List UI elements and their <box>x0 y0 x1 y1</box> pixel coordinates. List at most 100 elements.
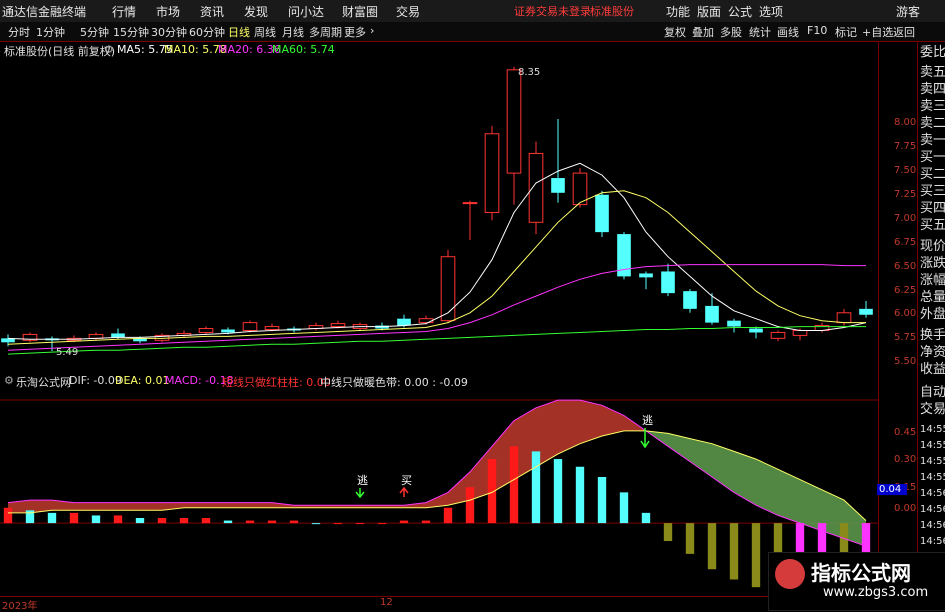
price-axis: 8.00 7.75 7.50 7.25 7.00 6.75 6.50 6.25 … <box>877 42 918 609</box>
price-tick: 6.50 <box>894 261 917 272</box>
macd-bar <box>355 523 365 525</box>
candle-body <box>770 331 786 339</box>
macd-bar <box>201 518 211 524</box>
candle-body <box>506 69 522 174</box>
price-tick: 7.75 <box>894 141 917 152</box>
macd-bar <box>157 518 167 524</box>
high-price-label: 8.35 <box>518 67 540 78</box>
candle-body <box>727 320 741 327</box>
macd-bar <box>333 523 343 525</box>
year-label: 2023年 <box>2 601 38 612</box>
tick-time: 14:55 <box>920 456 945 467</box>
macd-current-value-box: 0.04 <box>877 484 907 495</box>
quote-label: 净资 <box>920 345 945 360</box>
candle-body <box>221 329 235 333</box>
macd-bar <box>685 523 695 554</box>
quote-label: 买二 <box>920 167 945 182</box>
site-logo-icon <box>775 559 805 589</box>
candle-body <box>111 333 125 338</box>
candle-body <box>792 329 808 336</box>
quote-label: 卖二 <box>920 116 945 131</box>
watermark-title: 指标公式网 <box>811 561 911 585</box>
macd-panel <box>0 399 878 588</box>
quote-label: 换手 <box>920 328 945 343</box>
macd-bar <box>597 477 607 524</box>
price-tick: 7.50 <box>894 165 917 176</box>
macd-bar <box>553 459 563 524</box>
macd-bar <box>47 512 57 524</box>
quote-label: 卖五 <box>920 65 945 80</box>
quote-label: 卖四 <box>920 82 945 97</box>
macd-band-segment <box>558 400 580 454</box>
price-tick: 5.50 <box>894 356 917 367</box>
macd-bar <box>69 512 79 524</box>
price-tick: 7.25 <box>894 189 917 200</box>
candle-body <box>528 152 544 223</box>
auto-label[interactable]: 自动 <box>920 385 945 400</box>
macd-tick: 0.45 <box>894 427 917 438</box>
right-quote-panel: 委比 卖五 卖四 卖三 卖二 卖一 买一 买二 买三 买四 买五 现价 涨跌 涨… <box>917 42 945 609</box>
candle-body <box>836 312 852 324</box>
candle-body <box>551 178 565 193</box>
macd-band-segment <box>206 502 228 508</box>
btn-back[interactable]: 返回 <box>893 24 915 40</box>
macd-bar <box>663 523 673 542</box>
candle-body <box>462 202 478 205</box>
price-panel <box>1 66 873 355</box>
candle-body <box>595 194 609 233</box>
macd-band-segment <box>140 502 162 511</box>
guest-label[interactable]: 游客 <box>896 3 920 20</box>
quote-label: 买三 <box>920 184 945 199</box>
quote-label: 总量 <box>920 290 945 305</box>
tick-time: 14:55 <box>920 424 945 435</box>
macd-band-segment <box>74 502 96 511</box>
macd-bar <box>91 515 101 524</box>
quote-label: 外盘 <box>920 307 945 322</box>
candle-body <box>264 326 280 331</box>
macd-bar <box>245 520 255 524</box>
quote-label: 买一 <box>920 150 945 165</box>
macd-band-segment <box>184 502 206 508</box>
macd-bar <box>531 451 541 524</box>
escape-signal-1: 逃 <box>357 474 368 487</box>
candle-body <box>683 291 697 309</box>
macd-bar <box>751 523 761 588</box>
macd-bar <box>729 523 739 580</box>
macd-band-segment <box>734 451 756 506</box>
escape-arrow-down-icon <box>355 488 365 499</box>
quote-label: 卖三 <box>920 99 945 114</box>
macd-tick: 0.00 <box>894 503 917 514</box>
trade-label[interactable]: 交易 <box>920 402 945 417</box>
macd-bar <box>267 520 277 524</box>
macd-bar <box>641 512 651 524</box>
quote-label: 买五 <box>920 218 945 233</box>
macd-tick: 0.30 <box>894 454 917 465</box>
candle-body <box>639 273 653 278</box>
macd-band-segment <box>690 438 712 477</box>
macd-bar <box>509 446 519 524</box>
candle-body <box>749 328 763 333</box>
tick-time: 14:56 <box>920 504 945 515</box>
macd-band-segment <box>778 469 800 524</box>
price-tick: 7.00 <box>894 213 917 224</box>
price-tick: 5.75 <box>894 332 917 343</box>
candle-body <box>242 322 258 331</box>
month-label: 12 <box>380 597 393 608</box>
price-tick: 8.00 <box>894 117 917 128</box>
quote-label: 涨跌 <box>920 256 945 271</box>
macd-bar <box>135 518 145 524</box>
tick-time: 14:56 <box>920 520 945 531</box>
macd-bar <box>465 487 475 524</box>
macd-band-segment <box>118 502 140 511</box>
buy-arrow-up-icon <box>399 486 409 497</box>
macd-band-segment <box>250 502 272 508</box>
quote-label: 收益 <box>920 362 945 377</box>
macd-bar <box>443 507 453 524</box>
macd-bar <box>3 507 13 524</box>
quote-label: 涨幅 <box>920 273 945 288</box>
watermark-url: www.zbgs3.com <box>823 585 929 600</box>
candle-body <box>661 271 675 294</box>
price-tick: 6.75 <box>894 237 917 248</box>
escape-signal-2: 逃 <box>642 414 653 427</box>
candle-body <box>705 305 719 323</box>
